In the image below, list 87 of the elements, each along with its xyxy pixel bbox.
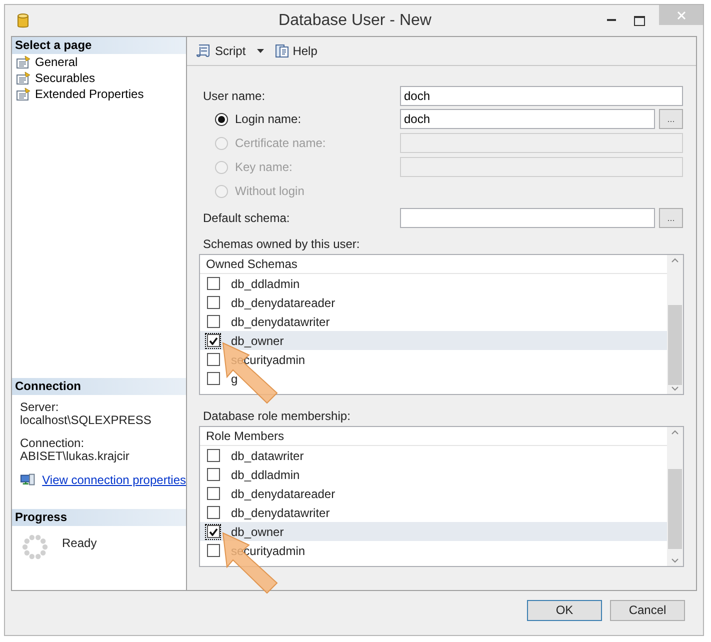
radio-label: Key name:	[235, 159, 292, 176]
checkbox[interactable]	[206, 353, 220, 366]
radio-label: Certificate name:	[235, 135, 326, 152]
login-name-field[interactable]: doch	[400, 109, 655, 129]
list-item-label: db_denydatawriter	[231, 504, 330, 522]
sidebar-item[interactable]: Extended Properties	[12, 86, 186, 102]
scroll-up-icon[interactable]	[671, 430, 679, 435]
list-item-label: db_denydatareader	[231, 294, 336, 312]
checkbox[interactable]	[206, 525, 220, 538]
list-item-label: db_owner	[231, 524, 284, 540]
checkbox[interactable]	[206, 334, 220, 347]
check-icon	[208, 528, 218, 536]
radio-label: Login name:	[235, 111, 302, 128]
list-row[interactable]: db_ddladmin	[200, 274, 667, 293]
view-connection-properties-link[interactable]: View connection properties	[42, 474, 186, 486]
script-dropdown[interactable]: Script	[195, 42, 269, 60]
minimize-icon[interactable]	[607, 19, 616, 22]
checkbox[interactable]	[206, 544, 220, 557]
scrollbar[interactable]	[667, 427, 683, 566]
list-item-label: db_owner	[231, 332, 284, 350]
page-icon	[16, 87, 32, 101]
connection-properties-icon	[20, 473, 36, 487]
list-item-label: db_ddladmin	[231, 276, 300, 292]
info-label: Server:	[20, 401, 60, 414]
list-row[interactable]: db_denydatawriter	[200, 312, 667, 331]
list-row[interactable]: db_denydatareader	[200, 484, 667, 503]
radio-button[interactable]	[215, 112, 228, 126]
section-label: Schemas owned by this user:	[202, 236, 361, 253]
page-icon	[16, 55, 32, 69]
field-label: User name:	[202, 88, 266, 105]
section-header: Progress	[12, 509, 186, 526]
list-row[interactable]: db_denydatawriter	[200, 503, 667, 522]
list-item-label: db_datawriter	[231, 448, 304, 464]
help-button[interactable]: Help	[272, 42, 318, 60]
checkbox[interactable]	[206, 296, 220, 309]
scroll-down-icon[interactable]	[671, 386, 679, 391]
radio-label: Without login	[235, 183, 304, 200]
info-value: localhost\SQLEXPRESS	[20, 414, 152, 427]
spinner-icon	[22, 534, 48, 560]
list-row[interactable]: db_owner	[200, 522, 667, 541]
list-item-label: db_denydatareader	[231, 486, 336, 502]
browse-button[interactable]: ...	[659, 109, 683, 129]
close-icon	[676, 10, 686, 20]
help-icon	[274, 43, 290, 59]
browse-button[interactable]: ...	[659, 208, 683, 228]
info-label: Connection:	[20, 437, 86, 450]
list-row[interactable]: db_datawriter	[200, 446, 667, 465]
column-header: Owned Schemas	[200, 255, 667, 274]
list-row[interactable]: db_ddladmin	[200, 465, 667, 484]
section-header: Connection	[12, 378, 186, 395]
scroll-thumb[interactable]	[668, 304, 682, 384]
scroll-thumb[interactable]	[668, 468, 682, 548]
checkbox[interactable]	[206, 449, 220, 462]
sidebar-item[interactable]: Securables	[12, 70, 186, 86]
window-title: Database User - New	[278, 10, 432, 30]
field-label: Default schema:	[202, 210, 291, 227]
scrollbar[interactable]	[667, 255, 683, 394]
info-value: ABISET\lukas.krajcir	[20, 450, 130, 463]
list-item-label: db_denydatawriter	[231, 314, 330, 330]
check-icon	[208, 336, 218, 344]
checkbox[interactable]	[206, 506, 220, 519]
checkbox[interactable]	[206, 372, 220, 385]
section-label: Database role membership:	[202, 408, 352, 425]
caret-icon	[256, 49, 264, 53]
list-row[interactable]: db_denydatareader	[200, 293, 667, 312]
list-row[interactable]: g	[200, 369, 667, 388]
progress-status: Ready	[62, 535, 97, 552]
default-schema-field[interactable]	[400, 208, 655, 228]
scroll-down-icon[interactable]	[671, 558, 679, 563]
ok-button[interactable]: OK	[527, 600, 602, 620]
database-icon	[17, 12, 29, 28]
checkbox[interactable]	[206, 487, 220, 500]
maximize-icon[interactable]	[634, 16, 645, 26]
checkbox[interactable]	[206, 315, 220, 328]
user-name-field[interactable]: doch	[400, 86, 683, 106]
scroll-icon	[196, 43, 212, 59]
page-icon	[16, 71, 32, 85]
list-item-label: g	[231, 370, 238, 388]
section-header: Select a page	[12, 37, 186, 54]
cancel-button[interactable]: Cancel	[610, 600, 685, 620]
list-row[interactable]: db_owner	[200, 331, 667, 350]
list-item-label: db_ddladmin	[231, 466, 300, 484]
checkbox[interactable]	[206, 277, 220, 290]
column-header: Role Members	[200, 427, 667, 446]
sidebar-item[interactable]: General	[12, 54, 186, 70]
checkbox[interactable]	[206, 468, 220, 481]
scroll-up-icon[interactable]	[671, 258, 679, 263]
